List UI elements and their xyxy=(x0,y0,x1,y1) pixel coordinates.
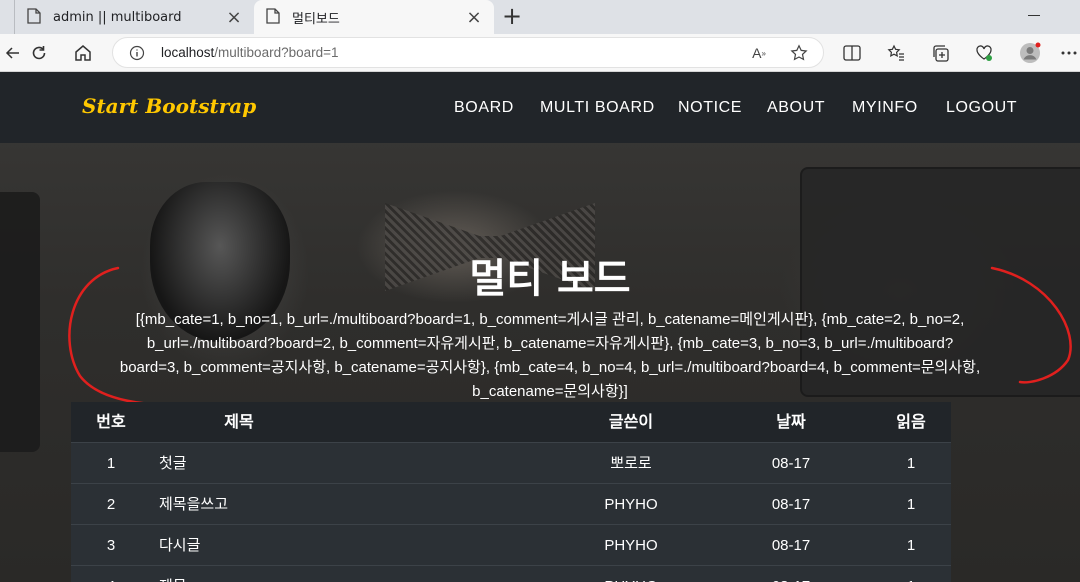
background-wallet-image xyxy=(0,192,40,452)
browser-tab-admin[interactable]: admin || multiboard × xyxy=(14,0,254,34)
web-page: Start Bootstrap BOARD MULTI BOARD NOTICE… xyxy=(0,72,1080,582)
header-no: 번호 xyxy=(96,414,126,431)
header-read: 읽음 xyxy=(896,414,926,431)
close-icon[interactable]: × xyxy=(464,7,484,28)
tab-title: 멀티보드 xyxy=(292,11,340,27)
dump-line: b_url=./multiboard?board=2, b_comment=자유… xyxy=(146,335,954,352)
cell-date: 08-17 xyxy=(771,455,811,472)
cell-no: 3 xyxy=(106,537,116,554)
address-bar[interactable]: localhost/multiboard?board=1 A» xyxy=(112,37,824,68)
split-screen-icon[interactable] xyxy=(840,41,864,65)
browser-tab-strip: admin || multiboard × 멀티보드 × + xyxy=(0,0,1080,34)
board-table: 번호 제목 글쓴이 날짜 읽음 1 첫글 뽀로로 08-17 1 2 제목을쓰고… xyxy=(71,402,951,582)
table-header-row: 번호 제목 글쓴이 날짜 읽음 xyxy=(71,402,951,443)
nav-board[interactable]: BOARD xyxy=(454,99,514,117)
table-row[interactable]: 4 제목 PHYHO 08-17 1 xyxy=(71,566,951,582)
collections-icon[interactable] xyxy=(928,41,952,65)
cell-read: 1 xyxy=(871,566,951,582)
table-row[interactable]: 1 첫글 뽀로로 08-17 1 xyxy=(71,443,951,484)
read-aloud-icon[interactable]: A» xyxy=(749,43,769,63)
cell-writer: PHYHO xyxy=(604,537,658,554)
board-list-dump: [{mb_cate=1, b_no=1, b_url=./multiboard?… xyxy=(80,308,1020,404)
favorites-icon[interactable] xyxy=(884,41,908,65)
header-title: 제목 xyxy=(224,414,254,431)
dump-line: [{mb_cate=1, b_no=1, b_url=./multiboard?… xyxy=(135,311,965,328)
cell-title-link[interactable]: 제목을쓰고 xyxy=(159,484,559,525)
table-row[interactable]: 2 제목을쓰고 PHYHO 08-17 1 xyxy=(71,484,951,525)
url-path: /multiboard?board=1 xyxy=(214,45,339,60)
header-writer: 글쓴이 xyxy=(608,414,654,431)
browser-tab-multiboard[interactable]: 멀티보드 × xyxy=(254,0,494,34)
heart-health-icon[interactable] xyxy=(972,41,996,65)
cell-writer: PHYHO xyxy=(551,566,711,582)
url-text[interactable]: localhost/multiboard?board=1 xyxy=(161,45,339,60)
tab-title: admin || multiboard xyxy=(53,9,182,25)
cell-writer: PHYHO xyxy=(604,496,658,513)
home-icon[interactable] xyxy=(71,41,95,65)
dump-line: b_catename=문의사항}] xyxy=(472,383,628,400)
nav-multi-board[interactable]: MULTI BOARD xyxy=(540,99,655,117)
cell-title-link[interactable]: 첫글 xyxy=(159,443,559,484)
dump-line: board=3, b_comment=공지사항, b_catename=공지사항… xyxy=(119,359,981,376)
table-row[interactable]: 3 다시글 PHYHO 08-17 1 xyxy=(71,525,951,566)
cell-date: 08-17 xyxy=(711,566,871,582)
brand-logo[interactable]: Start Bootstrap xyxy=(82,94,256,118)
back-icon[interactable] xyxy=(0,41,24,65)
page-title: 멀티 보드 xyxy=(469,256,631,302)
page-icon xyxy=(27,8,43,26)
nav-myinfo[interactable]: MYINFO xyxy=(852,99,918,117)
page-icon xyxy=(266,8,282,26)
cell-read: 1 xyxy=(906,537,916,554)
cell-no: 1 xyxy=(106,455,116,472)
more-icon[interactable] xyxy=(1058,41,1080,65)
cell-no: 4 xyxy=(71,566,151,582)
cell-writer: 뽀로로 xyxy=(610,455,652,472)
header-date: 날짜 xyxy=(776,414,806,431)
refresh-icon[interactable] xyxy=(27,41,51,65)
close-icon[interactable]: × xyxy=(224,7,244,28)
nav-logout[interactable]: LOGOUT xyxy=(946,99,1017,117)
cell-title-link[interactable]: 제목 xyxy=(159,566,559,582)
url-host: localhost xyxy=(161,45,215,60)
cell-no: 2 xyxy=(106,496,116,513)
minimize-window-button[interactable] xyxy=(1024,6,1044,26)
new-tab-button[interactable]: + xyxy=(500,2,524,30)
nav-notice[interactable]: NOTICE xyxy=(678,99,742,117)
site-navbar: Start Bootstrap BOARD MULTI BOARD NOTICE… xyxy=(0,72,1080,143)
cell-date: 08-17 xyxy=(771,496,811,513)
browser-toolbar: localhost/multiboard?board=1 A» xyxy=(0,34,1080,72)
cell-title-link[interactable]: 다시글 xyxy=(159,525,559,566)
cell-read: 1 xyxy=(906,496,916,513)
profile-avatar[interactable] xyxy=(1018,41,1042,65)
nav-about[interactable]: ABOUT xyxy=(767,99,825,117)
star-icon[interactable] xyxy=(789,43,809,63)
info-icon[interactable] xyxy=(127,43,147,63)
cell-read: 1 xyxy=(906,455,916,472)
cell-date: 08-17 xyxy=(771,537,811,554)
